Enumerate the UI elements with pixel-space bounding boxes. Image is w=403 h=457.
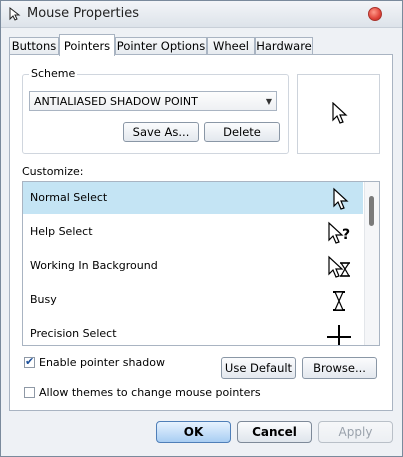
list-item-label: Normal Select (30, 191, 108, 204)
apply-button[interactable]: Apply (318, 421, 393, 443)
enable-shadow-checkbox[interactable]: ✔ (24, 355, 35, 368)
tab-buttons[interactable]: Buttons (9, 37, 59, 55)
tab-pointer-options[interactable]: Pointer Options (115, 37, 207, 55)
allow-themes-label: Allow themes to change mouse pointers (39, 386, 261, 399)
list-item[interactable]: Working In Background (23, 250, 363, 282)
checkmark-icon: ✔ (25, 355, 35, 368)
arrow-cursor-icon (333, 187, 349, 210)
chevron-down-icon: ▼ (265, 97, 272, 106)
tab-hardware[interactable]: Hardware (255, 37, 313, 55)
close-icon[interactable] (368, 7, 382, 21)
ok-button[interactable]: OK (156, 421, 231, 443)
scheme-group: Scheme ANTIALIASED SHADOW POINT ▼ Save A… (22, 67, 289, 154)
help-cursor-icon: ? (328, 221, 350, 244)
list-item[interactable]: Busy (23, 284, 363, 316)
use-default-button[interactable]: Use Default (221, 357, 296, 379)
save-as-button[interactable]: Save As... (123, 122, 199, 142)
mouse-icon (9, 6, 21, 21)
list-item[interactable]: Help Select ? (23, 216, 363, 248)
list-item[interactable]: Precision Select (23, 318, 363, 345)
cancel-button[interactable]: Cancel (237, 421, 312, 443)
list-scrollbar[interactable] (364, 182, 379, 345)
tab-pointers[interactable]: Pointers (59, 34, 115, 56)
tab-wheel[interactable]: Wheel (207, 37, 255, 55)
svg-text:?: ? (342, 227, 350, 243)
list-item-label: Busy (30, 293, 57, 306)
arrow-cursor-icon (332, 102, 348, 124)
pointer-preview (297, 74, 380, 154)
browse-button[interactable]: Browse... (302, 357, 377, 379)
list-item-label: Working In Background (30, 259, 158, 272)
scroll-thumb[interactable] (369, 196, 374, 226)
working-cursor-icon (328, 255, 351, 278)
delete-button[interactable]: Delete (204, 122, 280, 142)
title-bar[interactable]: Mouse Properties (1, 1, 402, 28)
list-item-label: Precision Select (30, 327, 117, 340)
list-item-label: Help Select (30, 225, 93, 238)
customize-label: Customize: (22, 165, 84, 178)
scheme-label: Scheme (29, 67, 78, 80)
hourglass-cursor-icon (333, 291, 345, 311)
pointers-panel: Scheme ANTIALIASED SHADOW POINT ▼ Save A… (9, 54, 393, 411)
crosshair-cursor-icon (327, 325, 351, 345)
list-item[interactable]: Normal Select (23, 182, 363, 214)
allow-themes-checkbox[interactable] (24, 387, 35, 398)
scheme-dropdown[interactable]: ANTIALIASED SHADOW POINT ▼ (29, 91, 277, 111)
mouse-properties-window: Mouse Properties Buttons Pointers Pointe… (0, 0, 403, 457)
enable-shadow-label: Enable pointer shadow (39, 356, 165, 369)
cursor-list[interactable]: Normal Select Help Select ? Working In B… (22, 181, 380, 346)
window-title: Mouse Properties (27, 6, 140, 21)
scheme-selected-value: ANTIALIASED SHADOW POINT (34, 95, 198, 108)
